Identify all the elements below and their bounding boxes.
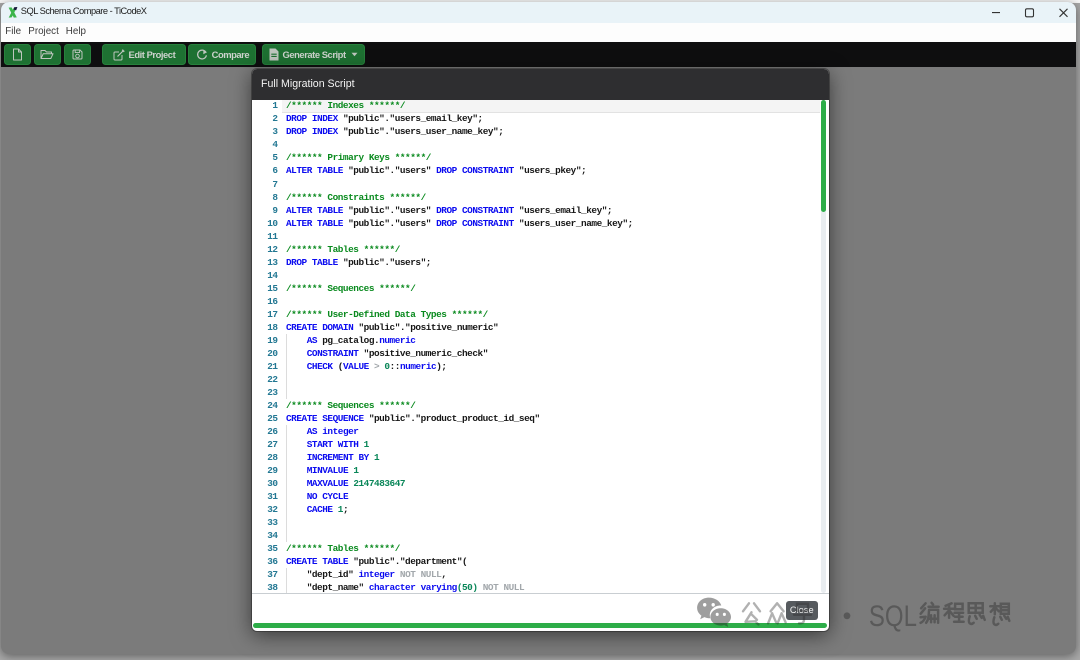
svg-text:SQL: SQL: [869, 598, 917, 632]
